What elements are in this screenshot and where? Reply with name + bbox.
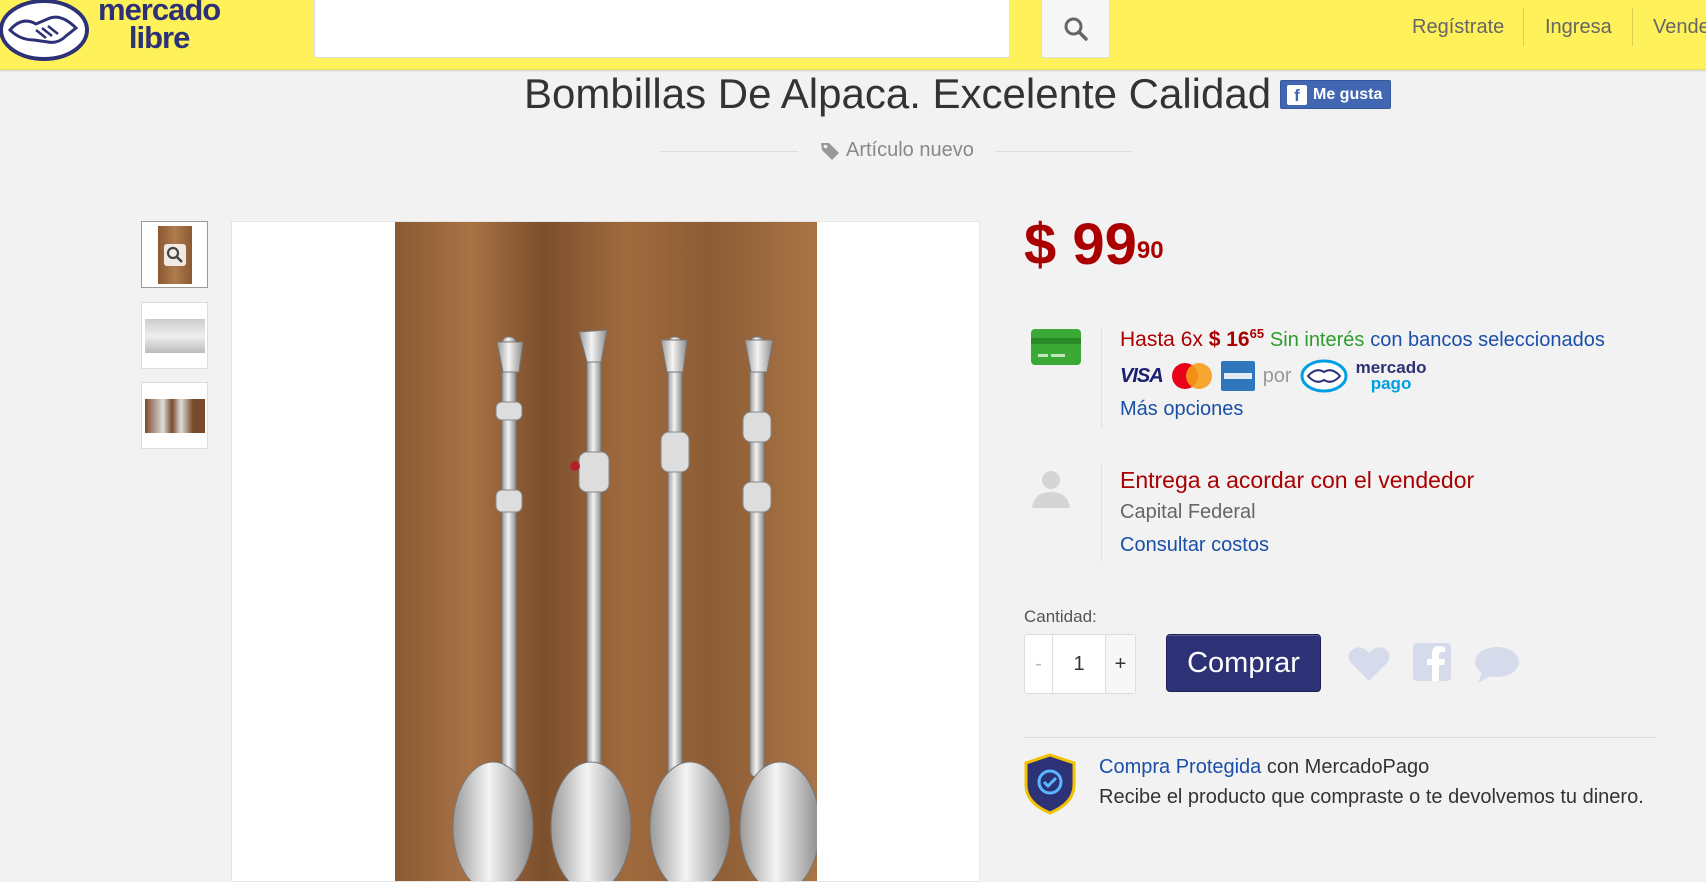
quantity-label: Cantidad: [1024, 607, 1097, 626]
shipping-costs-link[interactable]: Consultar costos [1120, 534, 1269, 557]
handshake-logo-icon [0, 0, 89, 61]
logo-text: mercado libre [98, 0, 221, 55]
shield-icon [1024, 753, 1076, 815]
divider [995, 151, 1132, 152]
thumbnail-image [144, 318, 205, 353]
divider [1101, 464, 1102, 562]
nav-register[interactable]: Regístrate [1412, 16, 1504, 39]
thumbnail-image [157, 225, 192, 284]
search-button[interactable] [1041, 0, 1110, 58]
quantity-input[interactable]: 1 [1053, 635, 1105, 693]
no-interest-label: Sin interés [1269, 329, 1365, 351]
price-integer: 99 [1072, 212, 1137, 277]
condition-label: Artículo nuevo [846, 139, 974, 161]
mercadolibre-logo[interactable]: mercado libre [0, 0, 240, 62]
nav-sell[interactable]: Vende [1653, 16, 1706, 39]
nav-divider [1523, 8, 1524, 46]
user-icon [1032, 471, 1070, 508]
main-gallery[interactable] [231, 221, 980, 882]
zoom-icon [163, 243, 186, 266]
installments-amount: $ 16 [1208, 328, 1250, 351]
more-options-link[interactable]: Más opciones [1120, 398, 1243, 421]
buy-button[interactable]: Comprar [1166, 634, 1321, 692]
installments-text: Hasta 6x $ 1665 Sin interés con bancos s… [1120, 326, 1605, 352]
quantity-stepper: - 1 + [1024, 634, 1136, 694]
quantity-increase-button[interactable]: + [1105, 635, 1135, 693]
price-cents: 90 [1136, 237, 1164, 264]
facebook-icon: f [1287, 84, 1307, 105]
protected-purchase-link[interactable]: Compra Protegida [1099, 756, 1261, 778]
credit-card-icon [1031, 329, 1081, 365]
tag-icon [821, 142, 839, 160]
shipping-location: Capital Federal [1120, 501, 1256, 523]
protection-suffix: con MercadoPago [1266, 756, 1430, 778]
search-input[interactable] [314, 0, 1010, 58]
divider [1024, 737, 1657, 738]
installments-prefix: Hasta 6x [1120, 328, 1203, 351]
payment-methods: VISA por mercado pago [1120, 359, 1426, 393]
divider [660, 151, 798, 152]
thumbnail-1[interactable] [141, 221, 208, 288]
price-currency: $ [1024, 212, 1057, 277]
mercadopago-handshake-icon [1300, 359, 1348, 393]
heart-icon[interactable] [1347, 645, 1391, 683]
protection-title: Compra Protegida con MercadoPago [1099, 756, 1429, 779]
quantity-decrease-button[interactable]: - [1025, 635, 1053, 693]
mastercard-icon [1171, 363, 1212, 389]
bombillas-illustration [452, 329, 821, 881]
header: mercado libre Regístrate Ingresa Vende [0, 0, 1706, 70]
product-title: Bombillas De Alpaca. Excelente Calidad [524, 70, 1272, 117]
thumbnail-3[interactable] [141, 382, 208, 449]
price: $ 9990 [1024, 212, 1164, 278]
search-icon [1064, 17, 1088, 41]
chat-icon[interactable] [1474, 646, 1520, 684]
mercadopago-logo: mercado pago [1355, 358, 1427, 393]
via-label: por [1262, 364, 1292, 387]
condition-badge: Artículo nuevo [820, 139, 974, 162]
protection-description: Recibe el producto que compraste o te de… [1099, 786, 1644, 808]
divider [1101, 328, 1102, 428]
shipping-title: Entrega a acordar con el vendedor [1120, 467, 1475, 493]
product-photo [395, 222, 821, 881]
selected-banks-link[interactable]: con bancos seleccionados [1370, 329, 1605, 351]
thumbnail-image [144, 398, 205, 433]
nav-divider [1632, 8, 1633, 46]
nav-login[interactable]: Ingresa [1545, 16, 1612, 39]
visa-logo: VISA [1120, 364, 1164, 387]
facebook-share-icon[interactable] [1413, 643, 1451, 681]
thumbnail-2[interactable] [141, 302, 208, 369]
amex-icon [1220, 361, 1255, 391]
facebook-like-button[interactable]: f Me gusta [1280, 80, 1392, 109]
facebook-like-label: Me gusta [1313, 85, 1383, 103]
installments-cents: 65 [1249, 326, 1265, 341]
